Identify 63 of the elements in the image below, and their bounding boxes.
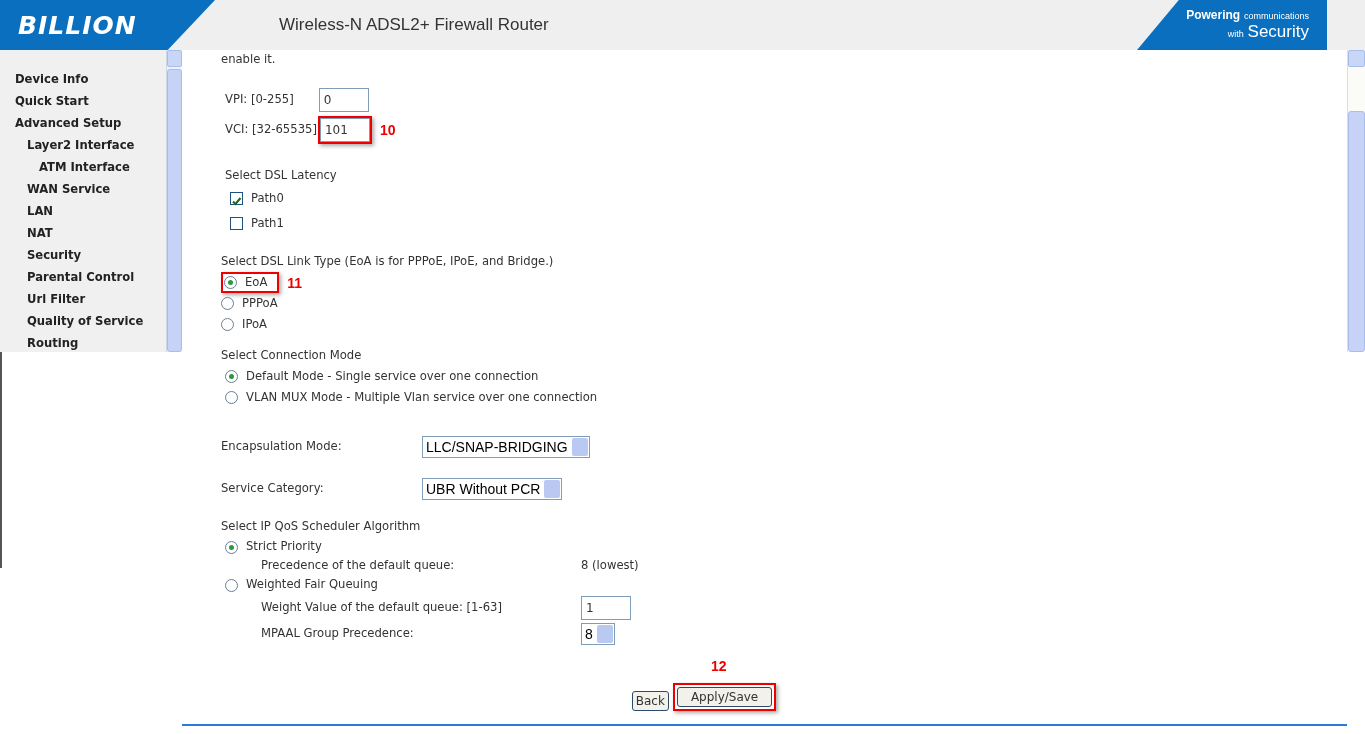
input-field[interactable]: 1 [581, 596, 631, 620]
dropdown[interactable]: UBR Without PCR [422, 478, 563, 500]
button[interactable]: Back [631, 691, 669, 711]
input-field[interactable]: 101 [319, 118, 370, 142]
radio-button[interactable] [221, 297, 234, 310]
sidebar-item[interactable]: Device Info [15, 68, 166, 90]
field-label: Encapsulation Mode: [221, 438, 343, 456]
radio-button[interactable] [221, 318, 234, 331]
dropdown[interactable]: LLC/SNAP-BRIDGING [422, 436, 590, 458]
field-label: MPAAL Group Precedence: [261, 625, 415, 643]
radio-button[interactable] [225, 391, 238, 404]
callout-number: 12 [710, 658, 727, 674]
option-label: Strict Priority [246, 538, 322, 556]
sidebar-item[interactable]: Routing [15, 332, 166, 354]
input-field[interactable]: 0 [318, 88, 369, 112]
option-label: Path0 [251, 189, 284, 207]
option-label: VLAN MUX Mode - Multiple Vlan service over one connection [246, 388, 598, 406]
field-label: Precedence of the default queue: [261, 557, 456, 575]
button[interactable]: Apply/Save [676, 687, 773, 707]
option-label: Default Mode - Single service over one connection [246, 367, 539, 385]
option-label: IPoA [242, 315, 268, 333]
logo: BILLION [18, 10, 137, 40]
field-label: Weight Value of the default queue: [1-63] [261, 599, 503, 617]
slogan-text: Security [1247, 22, 1309, 41]
callout-number: 11 [287, 274, 303, 291]
sidebar-item[interactable]: Quality of Service [15, 310, 166, 332]
sidebar-item[interactable]: Security [15, 244, 166, 266]
scrollbar[interactable] [166, 50, 182, 352]
field-label: Service Category: [221, 480, 325, 498]
option-label: EoA [245, 273, 268, 291]
sidebar-item[interactable]: LAN [15, 200, 166, 222]
page-title: Wireless-N ADSL2+ Firewall Router [279, 15, 549, 35]
sidebar-item[interactable]: Url Filter [15, 288, 166, 310]
checkbox[interactable] [230, 192, 243, 205]
field-label: VCI: [32-65535] [225, 121, 317, 139]
radio-button[interactable] [225, 540, 238, 554]
section-label: Select Connection Mode [221, 346, 362, 364]
option-label: Weighted Fair Queuing [246, 576, 378, 594]
sidebar-item[interactable]: Quick Start [15, 90, 166, 112]
sidebar-item[interactable]: WAN Service [15, 178, 166, 200]
intro-text: enable it. [221, 51, 276, 69]
sidebar-item[interactable]: Parental Control [15, 266, 166, 288]
section-label: Select DSL Latency [225, 166, 337, 184]
section-label: Select DSL Link Type (EoA is for PPPoE, IPoE, and Bridge.) [221, 252, 554, 270]
checkbox[interactable] [230, 217, 243, 230]
slogan-text: communications [1243, 11, 1309, 21]
callout-number: 10 [379, 122, 396, 138]
field-label: VPI: [0-255] [225, 91, 294, 109]
sidebar-item[interactable]: ATM Interface [15, 156, 166, 178]
radio-button[interactable] [225, 370, 238, 383]
option-label: Path1 [251, 214, 284, 232]
option-label: PPPoA [242, 294, 278, 312]
radio-button[interactable] [225, 578, 238, 592]
field-value: 8 (lowest) [581, 557, 639, 575]
sidebar-item[interactable]: Advanced Setup [15, 112, 166, 134]
slogan-text: Powering [1186, 8, 1241, 22]
dropdown[interactable]: 8 [581, 623, 615, 645]
section-label: Select IP QoS Scheduler Algorithm [221, 517, 421, 535]
sidebar-item[interactable]: NAT [15, 222, 166, 244]
slogan-text: with [1227, 29, 1244, 39]
sidebar-item[interactable]: Layer2 Interface [15, 134, 166, 156]
radio-button[interactable] [224, 276, 237, 289]
scrollbar[interactable] [1347, 50, 1365, 352]
